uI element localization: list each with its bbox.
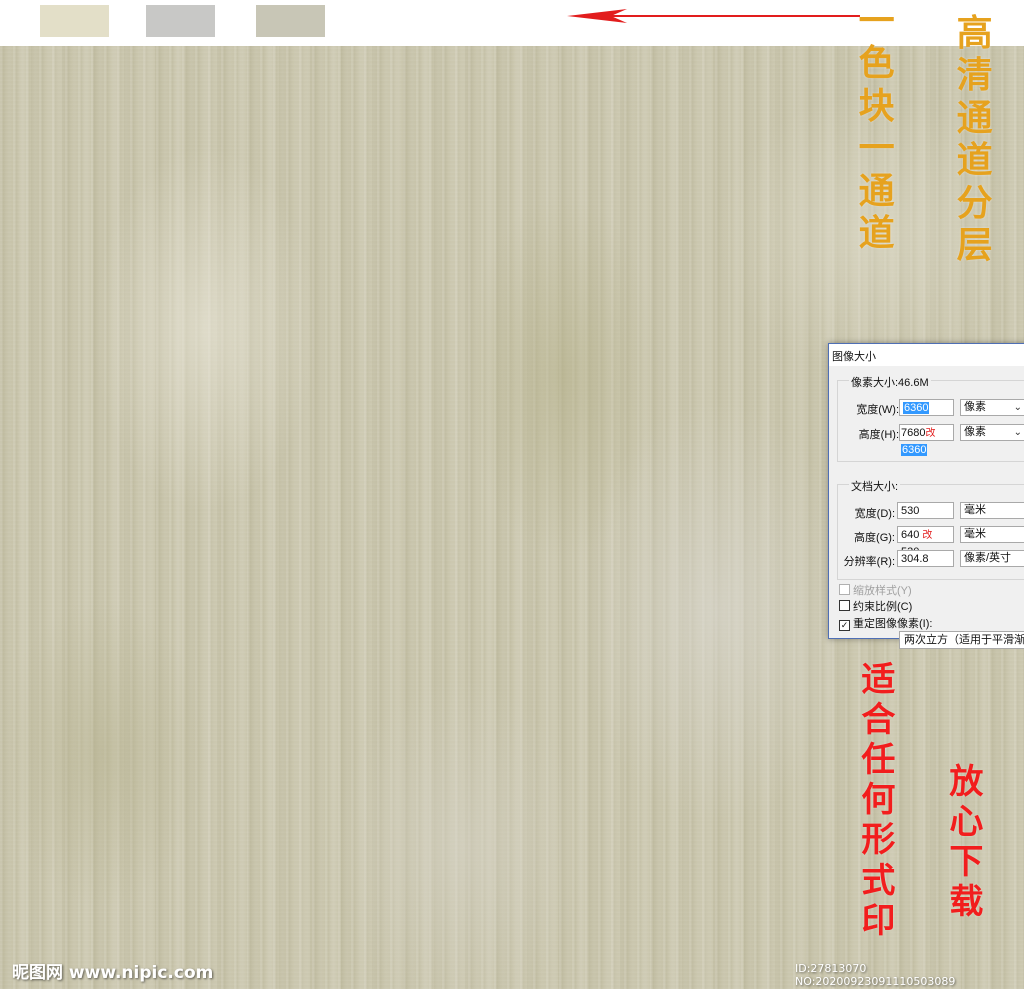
overlay-char: 何	[861, 780, 896, 821]
chevron-down-icon: ⌄	[1013, 402, 1022, 413]
image-size-dialog: 图像大小 像素大小:46.6M 宽度(W): 6360 像素 ⌄ 高度(H): …	[828, 343, 1024, 649]
overlay-text-column-4: 放 心 下 载	[946, 762, 987, 922]
height-label: 高度(H):	[858, 429, 899, 441]
overlay-char: 清	[956, 54, 993, 97]
resample-label: 重定图像像素(I):	[853, 618, 933, 630]
resolution-value: 304.8	[901, 553, 929, 565]
resolution-unit-select[interactable]: 像素/英寸	[960, 550, 1024, 567]
overlay-char: 道	[956, 139, 993, 182]
resample-checkbox[interactable]: ✓	[839, 620, 850, 631]
resolution-unit: 像素/英寸	[964, 552, 1012, 564]
pixel-width-value: 6360	[903, 402, 930, 414]
resolution-label: 分辨率(R):	[843, 556, 895, 568]
doc-height-old: 640	[901, 529, 920, 541]
overlay-char: 高	[956, 12, 993, 54]
overlay-char: 适	[861, 660, 896, 700]
doc-width-input[interactable]: 530	[897, 502, 954, 519]
overlay-char: 块	[858, 84, 895, 127]
overlay-char: 道	[858, 212, 895, 255]
overlay-char: 印	[861, 900, 896, 941]
pixel-height-change-mark: 改	[925, 428, 936, 439]
color-swatch-1	[40, 5, 109, 37]
scale-styles-label: 缩放样式(Y)	[853, 585, 912, 597]
dialog-title: 图像大小	[832, 351, 876, 363]
pixel-height-unit-select[interactable]: 像素 ⌄	[960, 424, 1024, 441]
overlay-char: 一	[858, 127, 895, 170]
pixel-height-input[interactable]: 7680改 6360	[899, 424, 954, 456]
pixel-dimensions-group	[837, 380, 1024, 462]
overlay-char: 合	[861, 700, 896, 741]
color-swatch-3	[256, 5, 325, 37]
overlay-char: 心	[949, 802, 984, 843]
overlay-char: 通	[956, 96, 993, 139]
resample-row[interactable]: ✓ 重定图像像素(I):	[839, 615, 932, 631]
doc-width-value: 530	[901, 505, 920, 517]
doc-width-unit-select[interactable]: 毫米	[960, 502, 1024, 519]
overlay-char: 分	[956, 181, 993, 224]
overlay-char: 形	[861, 820, 896, 861]
overlay-char: 下	[949, 842, 984, 883]
doc-width-label: 宽度(D):	[854, 508, 895, 520]
overlay-char: 色	[858, 42, 895, 85]
pixel-height-old: 7680	[901, 427, 926, 439]
overlay-char: 层	[956, 224, 993, 267]
overlay-char: 任	[861, 740, 896, 781]
doc-height-input[interactable]: 640 改 530	[897, 526, 954, 558]
pixel-height-unit: 像素	[964, 426, 986, 438]
resolution-input[interactable]: 304.8	[897, 550, 954, 567]
chevron-down-icon: ⌄	[1013, 427, 1022, 438]
doc-width-unit: 毫米	[964, 504, 986, 516]
pixel-width-unit: 像素	[964, 401, 986, 413]
color-swatch-2	[146, 5, 215, 37]
pixel-width-input[interactable]: 6360	[899, 399, 954, 416]
resample-method-value: 两次立方（适用于平滑渐变）	[904, 634, 1024, 646]
overlay-text-column-1: 一 色 块 一 通 道	[855, 0, 898, 255]
overlay-text-column-2: 高 清 通 道 分 层	[953, 12, 996, 267]
scale-styles-row[interactable]: 缩放样式(Y)	[839, 582, 912, 598]
overlay-char: 放	[949, 762, 984, 802]
watermark-logo: 昵图网 www.nipic.com	[12, 963, 214, 983]
constrain-proportions-checkbox[interactable]	[839, 600, 850, 611]
resample-method-select[interactable]: 两次立方（适用于平滑渐变）	[899, 631, 1024, 649]
pixel-dimensions-label: 像素大小:46.6M	[849, 374, 931, 390]
document-size-label: 文档大小:	[849, 478, 901, 494]
image-id-text: ID:27813070 NO:20200923091110503089	[795, 962, 956, 988]
left-arrow-icon	[567, 9, 860, 23]
doc-height-unit: 毫米	[964, 528, 986, 540]
constrain-proportions-label: 约束比例(C)	[853, 601, 913, 613]
constrain-proportions-row[interactable]: 约束比例(C)	[839, 598, 912, 614]
doc-height-label: 高度(G):	[854, 532, 895, 544]
doc-height-unit-select[interactable]: 毫米	[960, 526, 1024, 543]
overlay-char: 式	[861, 860, 896, 901]
overlay-char: 载	[949, 882, 984, 923]
dialog-body: 像素大小:46.6M 宽度(W): 6360 像素 ⌄ 高度(H): 7680改…	[829, 366, 1024, 649]
overlay-char: 通	[858, 169, 895, 212]
width-label: 宽度(W):	[856, 404, 899, 416]
pixel-width-unit-select[interactable]: 像素 ⌄	[960, 399, 1024, 416]
pixel-height-value: 6360	[901, 444, 928, 456]
scale-styles-checkbox[interactable]	[839, 584, 850, 595]
doc-height-change-mark: 改	[922, 530, 933, 541]
overlay-char: 一	[858, 0, 895, 42]
overlay-text-column-3: 适 合 任 何 形 式 印	[858, 660, 899, 941]
